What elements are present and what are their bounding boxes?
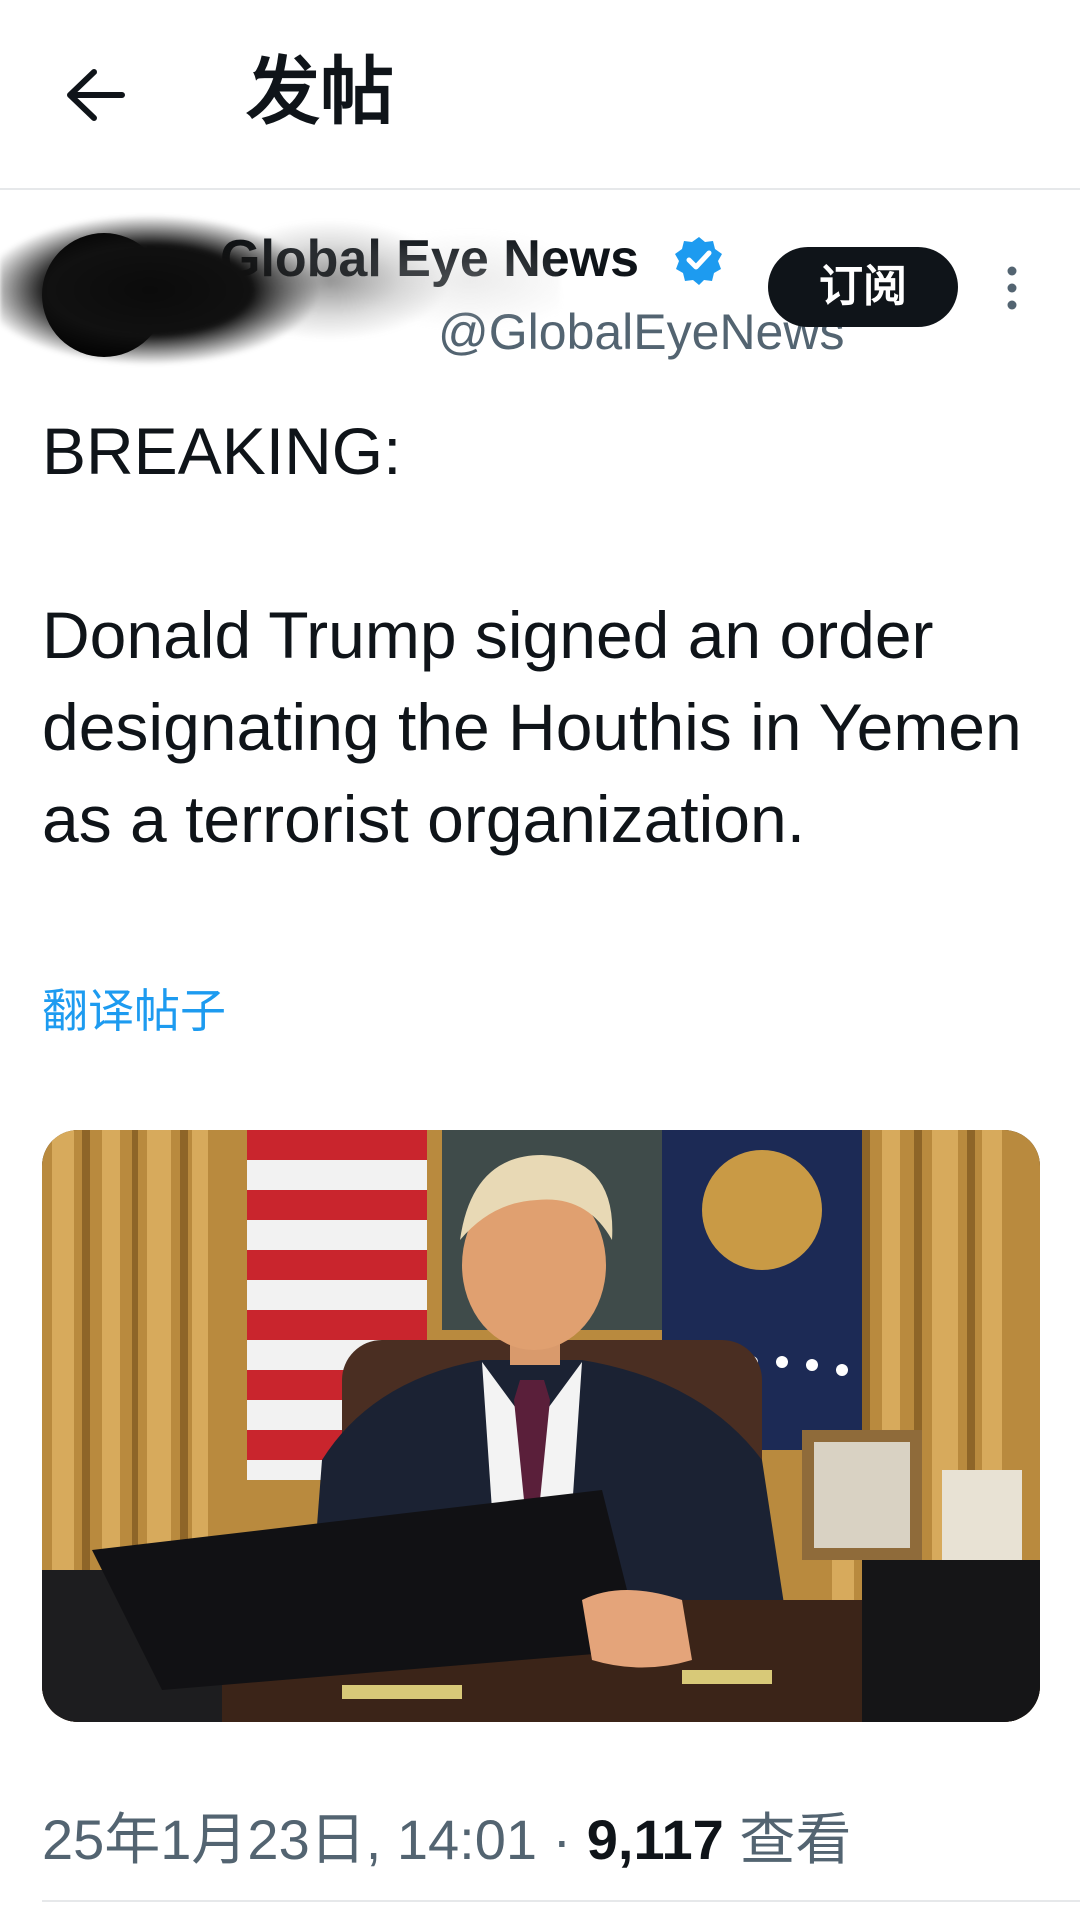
post-text-headline: BREAKING: [42, 414, 402, 488]
post-text-body: Donald Trump signed an order designating… [42, 598, 1022, 856]
views-count: 9,117 [586, 1808, 724, 1871]
divider [42, 1900, 1080, 1902]
meta-separator: · [552, 1808, 572, 1871]
views-label: 查看 [739, 1808, 852, 1871]
subscribe-button[interactable]: 订阅 [768, 247, 958, 327]
translate-post-link[interactable]: 翻译帖子 [42, 975, 226, 1041]
post-author-row: Global Eye News @GlobalEyeNews 订阅 [0, 205, 1080, 375]
page-title: 发帖 [246, 49, 394, 135]
back-button[interactable] [58, 58, 132, 132]
verified-badge-icon [675, 237, 722, 285]
more-vertical-icon[interactable] [1000, 263, 1024, 313]
post-text: BREAKING: Donald Trump signed an order d… [42, 405, 1042, 865]
arrow-left-icon [67, 69, 125, 121]
post-timestamp[interactable]: 25年1月23日, 14:01 [42, 1808, 537, 1871]
post-meta: 25年1月23日, 14:01 · 9,117 查看 [42, 1795, 851, 1876]
top-bar: 发帖 [0, 0, 1080, 190]
redaction-scribble [0, 205, 560, 375]
post-image[interactable] [42, 1130, 1040, 1722]
oval-office-photo [42, 1130, 1040, 1722]
